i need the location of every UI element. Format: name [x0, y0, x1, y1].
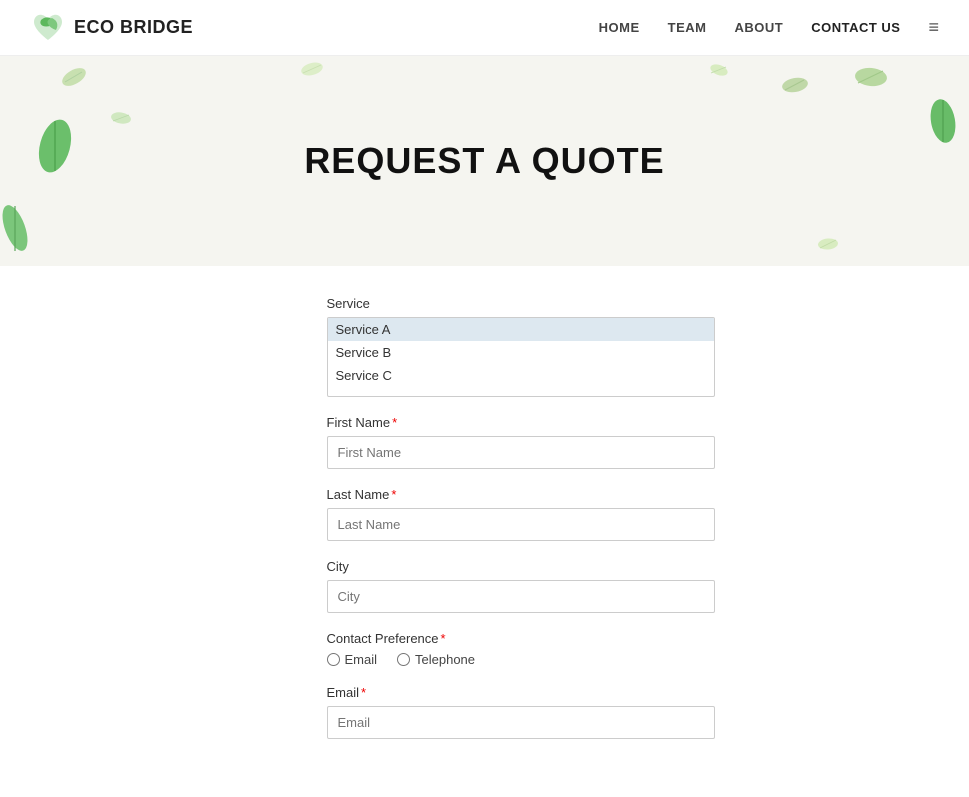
- hero-banner: REQUEST A QUOTE: [0, 56, 969, 266]
- radio-telephone-item[interactable]: Telephone: [397, 652, 475, 667]
- service-option-c[interactable]: Service C: [328, 364, 714, 387]
- contact-pref-required: *: [441, 631, 446, 646]
- radio-telephone[interactable]: [397, 653, 410, 666]
- nav-about[interactable]: ABOUT: [735, 20, 784, 35]
- last-name-label: Last Name*: [327, 487, 715, 502]
- email-group: Email*: [327, 685, 715, 739]
- page-title: REQUEST A QUOTE: [304, 140, 664, 182]
- city-group: City: [327, 559, 715, 613]
- city-input[interactable]: [327, 580, 715, 613]
- service-group: Service Service A Service B Service C: [327, 296, 715, 397]
- logo-icon: [30, 10, 66, 46]
- leaf-decor-1: [0, 201, 30, 256]
- leaf-decor-6: [709, 64, 729, 77]
- radio-email-label: Email: [345, 652, 378, 667]
- radio-telephone-label: Telephone: [415, 652, 475, 667]
- leaf-decor-9: [927, 96, 959, 146]
- logo-text: ECO BRIDGE: [74, 17, 193, 38]
- nav-contact[interactable]: CONTACT US: [811, 20, 900, 35]
- service-option-b[interactable]: Service B: [328, 341, 714, 364]
- contact-pref-radio-group: Email Telephone: [327, 652, 715, 667]
- navbar: ECO BRIDGE HOME TEAM ABOUT CONTACT US ≡: [0, 0, 969, 56]
- radio-email[interactable]: [327, 653, 340, 666]
- last-name-group: Last Name*: [327, 487, 715, 541]
- contact-pref-label: Contact Preference*: [327, 631, 715, 646]
- service-select[interactable]: Service A Service B Service C: [327, 317, 715, 397]
- first-name-group: First Name*: [327, 415, 715, 469]
- leaf-decor-8: [854, 66, 889, 88]
- radio-email-item[interactable]: Email: [327, 652, 378, 667]
- quote-form-section: Service Service A Service B Service C Fi…: [235, 266, 735, 797]
- leaf-decor-10: [817, 237, 839, 251]
- email-input[interactable]: [327, 706, 715, 739]
- leaf-decor-7: [781, 76, 809, 94]
- leaf-decor-5: [300, 61, 325, 77]
- service-option-a[interactable]: Service A: [328, 318, 714, 341]
- email-label: Email*: [327, 685, 715, 700]
- email-required: *: [361, 685, 366, 700]
- navbar-links: HOME TEAM ABOUT CONTACT US ≡: [599, 17, 939, 38]
- contact-pref-group: Contact Preference* Email Telephone: [327, 631, 715, 667]
- last-name-input[interactable]: [327, 508, 715, 541]
- leaf-decor-4: [35, 116, 75, 176]
- leaf-decor-2: [60, 68, 88, 86]
- first-name-label: First Name*: [327, 415, 715, 430]
- nav-home[interactable]: HOME: [599, 20, 640, 35]
- nav-team[interactable]: TEAM: [668, 20, 707, 35]
- last-name-required: *: [391, 487, 396, 502]
- service-label: Service: [327, 296, 715, 311]
- leaf-decor-3: [110, 111, 132, 125]
- hamburger-icon[interactable]: ≡: [928, 17, 939, 38]
- first-name-required: *: [392, 415, 397, 430]
- city-label: City: [327, 559, 715, 574]
- logo[interactable]: ECO BRIDGE: [30, 10, 193, 46]
- first-name-input[interactable]: [327, 436, 715, 469]
